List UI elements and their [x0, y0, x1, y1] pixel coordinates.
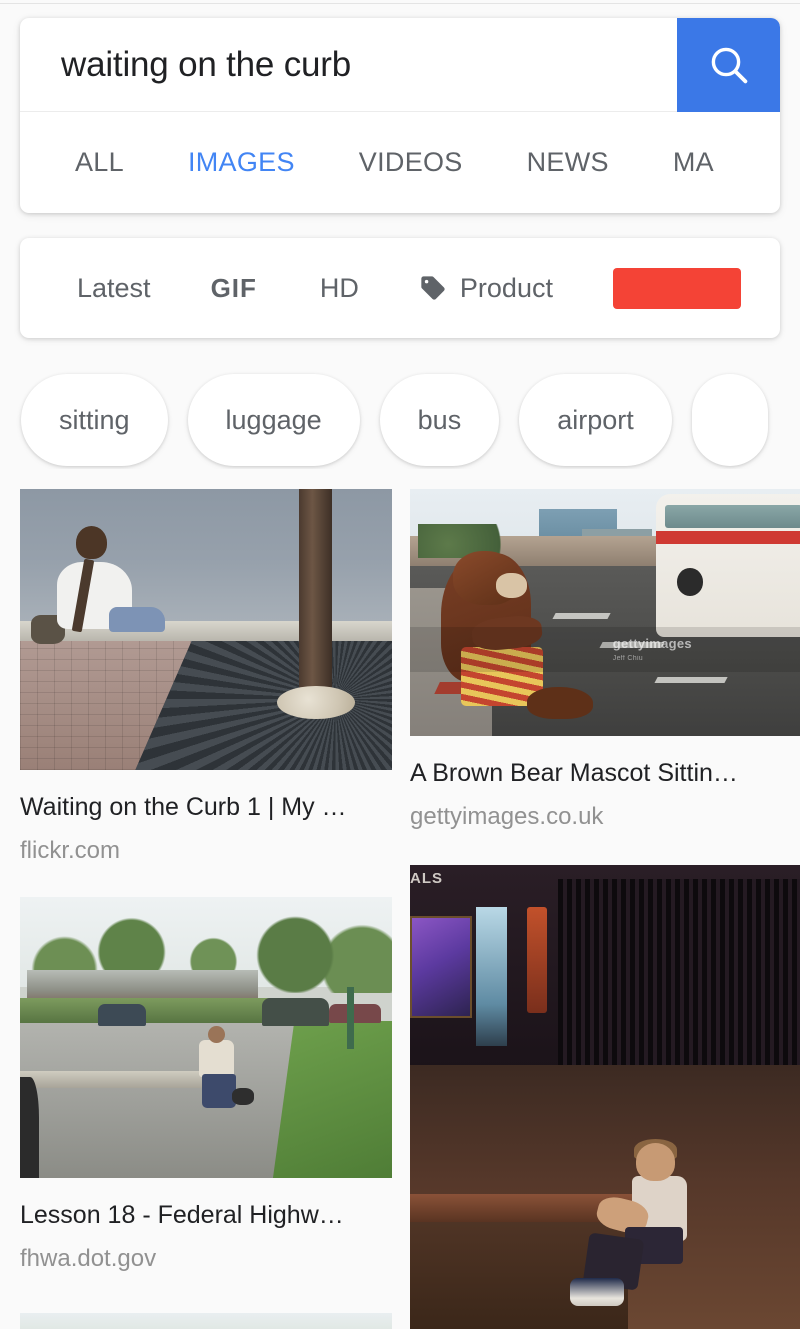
watermark-credit: Jeff Chiu — [612, 654, 643, 662]
result-title[interactable]: Lesson 18 - Federal Highw… — [20, 1200, 392, 1231]
watermark-band — [410, 627, 800, 672]
getty-watermark: gettyimages Jeff Chiu — [613, 635, 692, 664]
filter-bar: Latest GIF HD Product — [20, 238, 780, 338]
chip-partial[interactable] — [691, 374, 768, 466]
pebbles — [276, 685, 355, 720]
person-torso — [198, 1040, 234, 1077]
tree-trunk — [299, 489, 333, 709]
sign-pole — [347, 986, 355, 1049]
hanging-goods — [527, 906, 547, 1014]
tree-line — [20, 1313, 392, 1329]
watermark-text: gettyimages — [612, 635, 692, 651]
tab-videos[interactable]: VIDEOS — [359, 147, 463, 178]
filter-product-label: Product — [459, 272, 553, 303]
filter-latest[interactable]: Latest — [77, 273, 151, 304]
result-thumbnail-flickr[interactable] — [20, 489, 392, 770]
person-head — [207, 1026, 225, 1044]
lane-marking — [552, 612, 611, 619]
result-title[interactable]: A Brown Bear Mascot Sittin… — [410, 758, 800, 789]
result-item-getty[interactable]: gettyimages Jeff Chiu A Brown Bear Masco… — [410, 489, 800, 832]
hedge-row — [20, 998, 273, 1027]
result-thumbnail-night[interactable]: ALS — [410, 865, 800, 1329]
foreground-shadow — [20, 1076, 39, 1178]
result-item-flickr[interactable]: Waiting on the Curb 1 | My … flickr.com — [20, 489, 392, 866]
result-domain[interactable]: flickr.com — [20, 836, 392, 866]
bag — [232, 1088, 255, 1105]
shop-sign-text: ALS — [410, 869, 443, 887]
filter-redacted-chip[interactable] — [612, 267, 741, 309]
tab-images[interactable]: IMAGES — [188, 147, 295, 178]
status-bar-divider — [0, 0, 800, 4]
related-search-chips: sitting luggage bus airport — [0, 371, 800, 469]
result-title[interactable]: Waiting on the Curb 1 | My … — [20, 792, 392, 823]
tag-icon — [419, 274, 447, 302]
result-domain[interactable]: gettyimages.co.uk — [410, 802, 800, 832]
result-item-night[interactable]: ALS — [410, 865, 800, 1329]
lit-doorway — [476, 906, 508, 1046]
shop-window — [410, 916, 473, 1019]
tab-maps[interactable]: MA — [673, 147, 714, 178]
image-results-grid: Waiting on the Curb 1 | My … flickr.com — [0, 489, 800, 1329]
mascot-feet — [527, 686, 594, 719]
result-thumbnail-fhwa[interactable] — [20, 897, 392, 1178]
result-item-next-row-partial[interactable] — [20, 1313, 392, 1329]
lane-marking — [654, 676, 728, 683]
result-domain[interactable]: fhwa.dot.gov — [20, 1244, 392, 1274]
filter-hd[interactable]: HD — [320, 273, 359, 304]
result-item-fhwa[interactable]: Lesson 18 - Federal Highw… fhwa.dot.gov — [20, 897, 392, 1274]
person-legs — [109, 607, 166, 633]
parked-suv — [261, 998, 329, 1027]
mascot-snout — [495, 572, 527, 598]
parked-car-red — [328, 1003, 381, 1024]
metal-gate — [558, 878, 800, 1065]
search-card: ALL IMAGES VIDEOS NEWS MA — [20, 18, 780, 213]
bus-stripe — [655, 531, 800, 545]
result-thumbnail-getty[interactable]: gettyimages Jeff Chiu — [410, 489, 800, 736]
boy-shoes — [569, 1277, 625, 1306]
tab-all[interactable]: ALL — [75, 147, 124, 178]
person-legs — [202, 1074, 236, 1108]
filter-gif[interactable]: GIF — [211, 273, 257, 304]
tab-news[interactable]: NEWS — [527, 147, 609, 178]
chip-sitting[interactable]: sitting — [21, 374, 168, 466]
chip-bus[interactable]: bus — [379, 374, 500, 466]
result-thumbnail-partial[interactable] — [20, 1313, 392, 1329]
search-submit-button[interactable] — [677, 18, 780, 112]
chip-luggage[interactable]: luggage — [187, 374, 360, 466]
bus-wheel — [676, 568, 703, 596]
curb-edge — [20, 1071, 214, 1089]
parked-car — [98, 1003, 147, 1027]
search-input[interactable] — [20, 18, 702, 111]
bus-windows — [664, 505, 800, 529]
boy-head — [636, 1143, 676, 1181]
search-icon — [705, 41, 753, 89]
filter-product[interactable]: Product — [419, 273, 553, 304]
city-bus — [655, 493, 800, 638]
chip-airport[interactable]: airport — [519, 374, 672, 466]
search-bar — [20, 18, 780, 112]
search-tabs: ALL IMAGES VIDEOS NEWS MA — [20, 112, 780, 212]
person-head — [75, 525, 108, 560]
